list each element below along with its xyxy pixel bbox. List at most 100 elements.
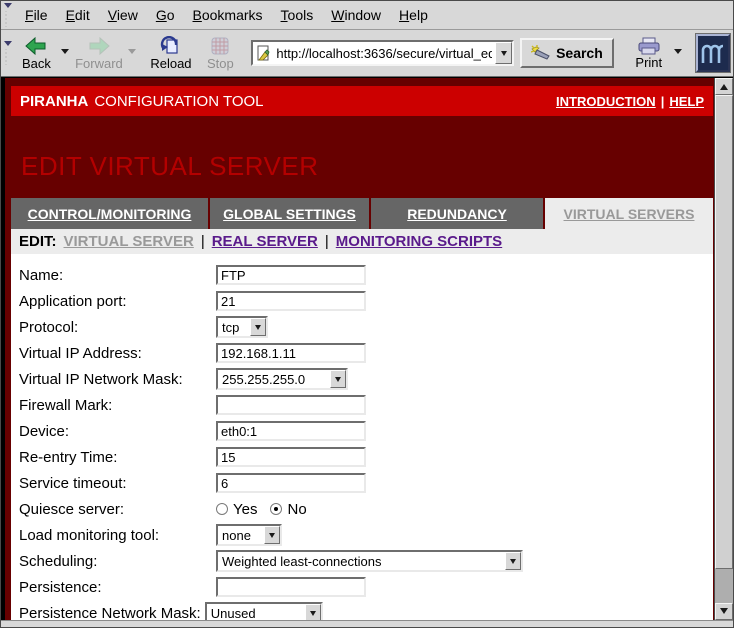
virtual-server-form: Name: Application port: Protocol: tcp Vi…: [11, 254, 713, 620]
back-arrow-icon: [25, 36, 47, 56]
form-row-virtual-ip: Virtual IP Address:: [19, 340, 713, 366]
tab-virtual-servers[interactable]: VIRTUAL SERVERS: [545, 198, 713, 229]
forward-arrow-icon: [88, 36, 110, 56]
quiesce-no-radio[interactable]: [270, 503, 282, 515]
chevron-down-icon[interactable]: [264, 526, 280, 544]
scrollbar-thumb[interactable]: [715, 95, 733, 569]
field-label: Device:: [19, 423, 216, 440]
print-dropdown-icon[interactable]: [674, 49, 682, 58]
field-label: Persistence:: [19, 579, 216, 596]
virtual-ip-field[interactable]: [216, 343, 366, 363]
tab-control-monitoring[interactable]: CONTROL/MONITORING: [11, 198, 208, 229]
persistence-netmask-select[interactable]: Unused: [205, 602, 323, 620]
load-monitoring-select[interactable]: none: [216, 524, 282, 546]
menu-go[interactable]: Go: [147, 7, 184, 23]
print-button[interactable]: Print: [628, 31, 670, 75]
chevron-down-icon[interactable]: [250, 318, 266, 336]
stop-icon: [210, 36, 230, 56]
chevron-down-icon[interactable]: [505, 552, 521, 570]
scrollbar-track[interactable]: [715, 569, 733, 603]
form-row-service-timeout: Service timeout:: [19, 470, 713, 496]
reload-button[interactable]: Reload: [148, 31, 193, 75]
url-bar: [251, 40, 514, 66]
chevron-down-icon[interactable]: [330, 370, 346, 388]
arrow-down-icon: [720, 608, 728, 618]
forward-button[interactable]: Forward: [73, 31, 124, 75]
menu-bookmarks[interactable]: Bookmarks: [184, 7, 272, 23]
piranha-title-bar: PIRANHA CONFIGURATION TOOL INTRODUCTION …: [11, 86, 713, 116]
toolbar-grip-icon[interactable]: [3, 41, 12, 65]
vertical-scrollbar: [714, 78, 733, 620]
form-row-device: Device:: [19, 418, 713, 444]
form-row-persistence: Persistence:: [19, 574, 713, 600]
field-label: Name:: [19, 267, 216, 284]
scroll-up-button[interactable]: [715, 78, 733, 95]
tab-redundancy[interactable]: REDUNDANCY: [371, 198, 543, 229]
search-button[interactable]: Search: [520, 38, 614, 68]
header-link-separator: |: [661, 94, 665, 109]
device-field[interactable]: [216, 421, 366, 441]
url-input[interactable]: [273, 46, 495, 61]
firewall-mark-field[interactable]: [216, 395, 366, 415]
url-dropdown-icon[interactable]: [495, 42, 512, 64]
virtual-ip-netmask-select[interactable]: 255.255.255.0: [216, 368, 348, 390]
chevron-down-icon[interactable]: [305, 604, 321, 620]
forward-dropdown-icon[interactable]: [128, 49, 136, 58]
search-flashlight-icon: [531, 45, 551, 61]
name-field[interactable]: [216, 265, 366, 285]
help-link[interactable]: HELP: [669, 94, 704, 109]
quiesce-radio-group: Yes No: [216, 501, 315, 518]
service-timeout-field[interactable]: [216, 473, 366, 493]
page-bookmark-icon: [255, 45, 271, 61]
scheduling-select[interactable]: Weighted least-connections: [216, 550, 523, 572]
field-label: Application port:: [19, 293, 216, 310]
menu-bar: File Edit View Go Bookmarks Tools Window…: [1, 1, 733, 30]
stop-button[interactable]: Stop: [199, 31, 241, 75]
reentry-time-field[interactable]: [216, 447, 366, 467]
form-row-name: Name:: [19, 262, 713, 288]
arrow-up-icon: [720, 80, 728, 90]
field-label: Service timeout:: [19, 475, 216, 492]
field-label: Scheduling:: [19, 553, 216, 570]
menu-edit[interactable]: Edit: [57, 7, 99, 23]
form-row-firewall-mark: Firewall Mark:: [19, 392, 713, 418]
protocol-select[interactable]: tcp: [216, 316, 268, 338]
persistence-field[interactable]: [216, 577, 366, 597]
form-row-application-port: Application port:: [19, 288, 713, 314]
scroll-down-button[interactable]: [715, 603, 733, 620]
mozilla-logo-button[interactable]: [696, 34, 730, 72]
form-row-quiesce-server: Quiesce server: Yes No: [19, 496, 713, 522]
menu-help[interactable]: Help: [390, 7, 437, 23]
menu-window[interactable]: Window: [322, 7, 390, 23]
page-title: EDIT VIRTUAL SERVER: [11, 116, 713, 198]
field-label: Virtual IP Address:: [19, 345, 216, 362]
navigation-toolbar: Back Forward Reload Stop: [1, 30, 733, 77]
field-label: Firewall Mark:: [19, 397, 216, 414]
back-dropdown-icon[interactable]: [61, 49, 69, 58]
menu-tools[interactable]: Tools: [272, 7, 323, 23]
subnav-separator: |: [201, 233, 205, 250]
form-row-protocol: Protocol: tcp: [19, 314, 713, 340]
back-button[interactable]: Back: [15, 31, 57, 75]
quiesce-yes-radio[interactable]: [216, 503, 228, 515]
browser-viewport: PIRANHA CONFIGURATION TOOL INTRODUCTION …: [1, 77, 733, 620]
piranha-page: PIRANHA CONFIGURATION TOOL INTRODUCTION …: [1, 78, 714, 620]
field-label: Protocol:: [19, 319, 216, 336]
application-port-field[interactable]: [216, 291, 366, 311]
print-icon: [637, 37, 661, 55]
subnav-virtual-server: VIRTUAL SERVER: [64, 233, 194, 250]
toolbar-grip-icon[interactable]: [3, 3, 13, 27]
menu-view[interactable]: View: [99, 7, 147, 23]
subnav-separator: |: [325, 233, 329, 250]
status-bar-strip: [1, 620, 733, 627]
menu-file[interactable]: File: [16, 7, 57, 23]
header-links: INTRODUCTION | HELP: [556, 94, 704, 109]
introduction-link[interactable]: INTRODUCTION: [556, 94, 656, 109]
subnav-real-server-link[interactable]: REAL SERVER: [212, 233, 318, 250]
field-label: Persistence Network Mask:: [19, 605, 201, 621]
brand-subtitle: CONFIGURATION TOOL: [94, 93, 263, 110]
form-row-load-monitoring: Load monitoring tool: none: [19, 522, 713, 548]
subnav-monitoring-scripts-link[interactable]: MONITORING SCRIPTS: [336, 233, 502, 250]
browser-window: File Edit View Go Bookmarks Tools Window…: [0, 0, 734, 628]
tab-global-settings[interactable]: GLOBAL SETTINGS: [210, 198, 369, 229]
